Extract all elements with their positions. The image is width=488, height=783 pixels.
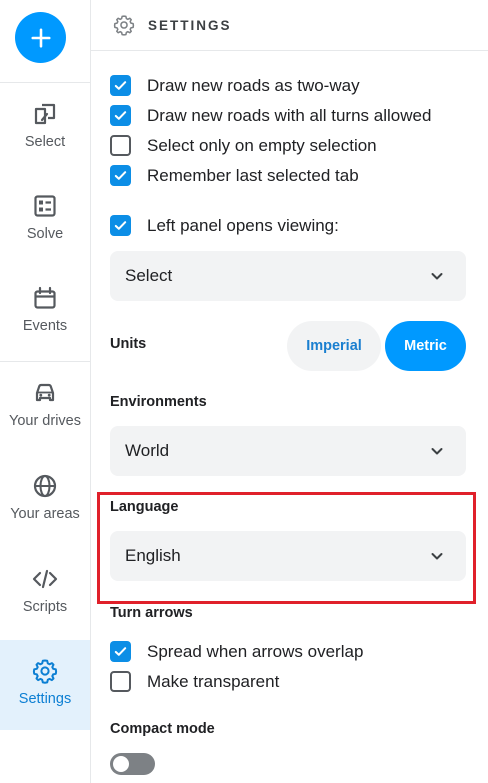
checkbox-label: Draw new roads as two-way	[147, 75, 360, 95]
chevron-down-icon	[431, 273, 443, 280]
add-button[interactable]	[15, 12, 66, 63]
check-icon	[114, 171, 127, 180]
compact-mode-label: Compact mode	[110, 721, 215, 737]
left-rail: Select Solve Events Your drives Your are…	[0, 0, 91, 783]
checkbox-remember-tab[interactable]: Remember last selected tab	[110, 165, 359, 186]
rail-item-label: Events	[22, 318, 68, 334]
environments-select[interactable]: World	[110, 426, 466, 476]
gear-icon	[113, 15, 135, 36]
select-value: English	[125, 546, 181, 565]
chevron-down-icon	[431, 553, 443, 560]
language-label: Language	[110, 499, 179, 515]
checkbox-all-turns[interactable]: Draw new roads with all turns allowed	[110, 105, 431, 126]
checkbox-make-transparent[interactable]: Make transparent	[110, 671, 279, 692]
rail-item-label: Scripts	[22, 599, 68, 615]
globe-icon	[31, 472, 59, 500]
checkbox-checked[interactable]	[110, 215, 131, 236]
toggle-knob	[113, 756, 129, 772]
checkbox-spread-arrows[interactable]: Spread when arrows overlap	[110, 641, 363, 662]
check-icon	[114, 221, 127, 230]
events-icon	[31, 284, 59, 312]
rail-item-label: Settings	[18, 691, 72, 707]
rail-item-label: Your drives	[8, 413, 81, 429]
rail-item-settings[interactable]: Settings	[0, 640, 90, 730]
checkbox-label: Spread when arrows overlap	[147, 641, 364, 661]
select-value: World	[125, 441, 170, 460]
plus-icon	[30, 27, 51, 48]
units-imperial-button[interactable]: Imperial	[287, 321, 381, 371]
checkbox-checked[interactable]	[110, 105, 131, 126]
checkbox-label: Draw new roads with all turns allowed	[147, 105, 432, 125]
settings-header: SETTINGS	[91, 0, 488, 51]
checkbox-checked[interactable]	[110, 165, 131, 186]
check-icon	[114, 647, 127, 656]
rail-item-your-areas[interactable]: Your areas	[0, 455, 90, 545]
page-title: SETTINGS	[148, 17, 232, 33]
compact-mode-toggle[interactable]	[110, 753, 155, 775]
checkbox-checked[interactable]	[110, 75, 131, 96]
select-icon	[31, 100, 59, 128]
rail-item-your-drives[interactable]: Your drives	[0, 362, 90, 452]
checkbox-unchecked[interactable]	[110, 671, 131, 692]
solve-icon	[31, 192, 59, 220]
units-metric-button[interactable]: Metric	[385, 321, 466, 371]
chevron-down-icon	[431, 448, 443, 455]
car-icon	[31, 379, 59, 407]
rail-item-select[interactable]: Select	[0, 83, 90, 173]
rail-item-scripts[interactable]: Scripts	[0, 548, 90, 638]
checkbox-unchecked[interactable]	[110, 135, 131, 156]
check-icon	[114, 111, 127, 120]
gear-icon	[31, 657, 59, 685]
rail-item-label: Your areas	[10, 506, 80, 522]
units-label: Units	[110, 336, 147, 352]
left-panel-select[interactable]: Select	[110, 251, 466, 301]
checkbox-left-panel[interactable]: Left panel opens viewing:	[110, 215, 339, 236]
checkbox-select-empty[interactable]: Select only on empty selection	[110, 135, 377, 156]
code-icon	[31, 565, 59, 593]
checkbox-label: Make transparent	[147, 671, 280, 691]
checkbox-label: Select only on empty selection	[147, 135, 377, 155]
rail-item-label: Solve	[26, 226, 64, 242]
rail-item-label: Select	[24, 134, 66, 150]
checkbox-checked[interactable]	[110, 641, 131, 662]
turn-arrows-label: Turn arrows	[110, 605, 193, 621]
check-icon	[114, 81, 127, 90]
environments-label: Environments	[110, 394, 207, 410]
rail-item-events[interactable]: Events	[0, 267, 90, 357]
language-select[interactable]: English	[110, 531, 466, 581]
select-value: Select	[125, 266, 173, 285]
checkbox-label: Remember last selected tab	[147, 165, 359, 185]
checkbox-two-way[interactable]: Draw new roads as two-way	[110, 75, 360, 96]
rail-item-solve[interactable]: Solve	[0, 175, 90, 265]
checkbox-label: Left panel opens viewing:	[147, 215, 339, 235]
